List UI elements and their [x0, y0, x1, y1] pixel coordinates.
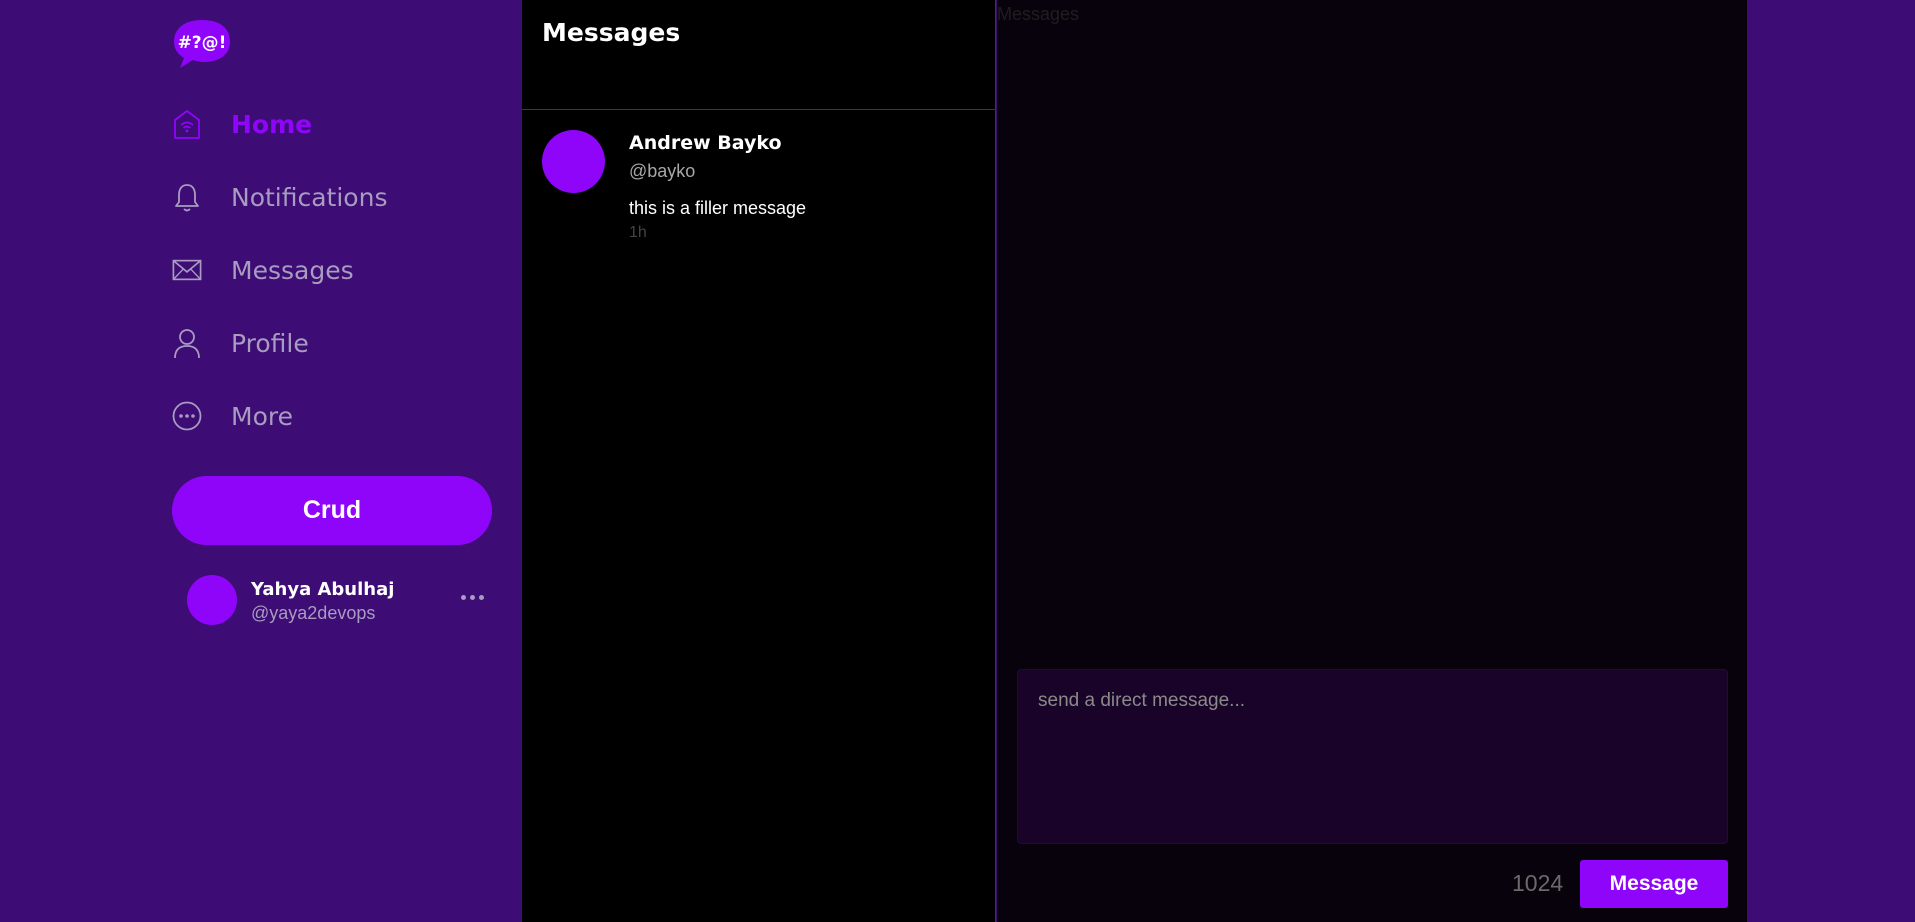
avatar — [542, 130, 605, 193]
nav-item-home[interactable]: Home — [172, 102, 312, 146]
bell-icon — [172, 181, 202, 213]
nav-item-more[interactable]: More — [172, 394, 293, 438]
nav-item-profile[interactable]: Profile — [172, 321, 309, 365]
send-message-button[interactable]: Message — [1580, 860, 1728, 908]
current-user-handle: @yaya2devops — [251, 603, 376, 623]
nav-label-more: More — [231, 401, 293, 431]
crud-button[interactable]: Crud — [172, 476, 492, 545]
svg-text:#?@!: #?@! — [178, 33, 227, 53]
message-time: 1h — [629, 224, 647, 241]
message-groups-header: Messages — [522, 0, 995, 110]
logo-icon: #?@! — [174, 20, 230, 68]
logo[interactable]: #?@! — [172, 18, 232, 72]
sidebar: #?@! Home Notifications Messages Profile… — [172, 0, 522, 922]
nav-item-messages[interactable]: Messages — [172, 248, 354, 292]
current-user-card[interactable]: Yahya Abulhaj @yaya2devops — [187, 575, 492, 625]
message-group-item[interactable]: Andrew Bayko @bayko this is a filler mes… — [542, 128, 982, 248]
char-count: 1024 — [1512, 870, 1564, 896]
avatar — [187, 575, 237, 625]
direct-message-input[interactable] — [1017, 669, 1728, 844]
conversation-panel: Messages 1024 Message — [997, 0, 1747, 922]
nav-label-home: Home — [231, 109, 313, 139]
more-circle-icon — [172, 400, 202, 432]
message-sender-handle: @bayko — [629, 161, 696, 181]
current-user-name: Yahya Abulhaj — [251, 579, 395, 600]
page-title: Messages — [542, 18, 681, 47]
message-preview: this is a filler message — [629, 198, 807, 218]
message-sender-name: Andrew Bayko — [629, 132, 782, 154]
conversation-title: Messages — [997, 4, 1080, 24]
nav-item-notifications[interactable]: Notifications — [172, 175, 387, 219]
home-icon — [172, 108, 202, 140]
user-icon — [172, 327, 202, 359]
user-menu-icon[interactable] — [457, 587, 487, 607]
envelope-icon — [172, 254, 202, 286]
nav-label-profile: Profile — [231, 328, 309, 358]
nav-label-notifications: Notifications — [231, 182, 388, 212]
message-groups-panel: Messages Andrew Bayko @bayko this is a f… — [522, 0, 996, 922]
nav-label-messages: Messages — [231, 255, 354, 285]
